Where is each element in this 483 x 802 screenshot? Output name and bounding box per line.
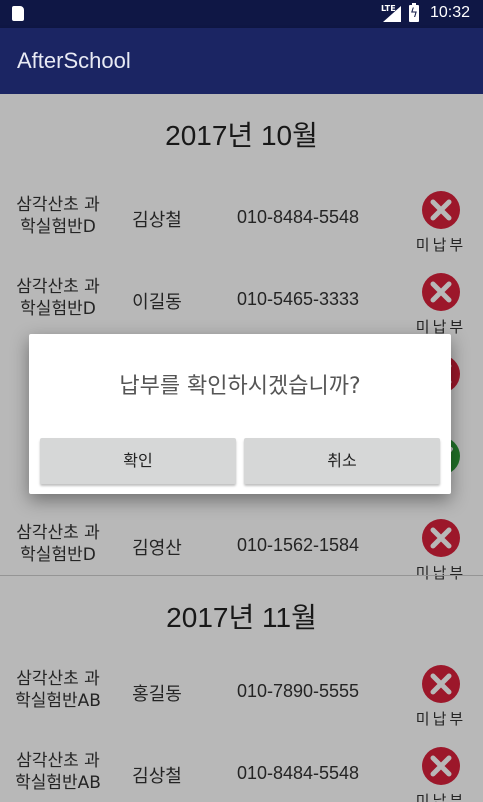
confirm-button[interactable]: 확인: [40, 438, 236, 484]
clock: 10:32: [430, 4, 471, 21]
sd-card-icon: [12, 6, 24, 21]
status-bar: LTE ϟ 10:32: [0, 0, 483, 28]
app-title: AfterSchool: [17, 48, 131, 73]
app-bar: AfterSchool: [0, 28, 483, 94]
cancel-button[interactable]: 취소: [244, 438, 440, 484]
confirm-payment-dialog: 납부를 확인하시겠습니까? 확인 취소: [29, 334, 451, 494]
battery-icon: ϟ: [409, 3, 419, 22]
signal-icon: [383, 6, 401, 22]
dialog-message: 납부를 확인하시겠습니까?: [119, 374, 361, 399]
